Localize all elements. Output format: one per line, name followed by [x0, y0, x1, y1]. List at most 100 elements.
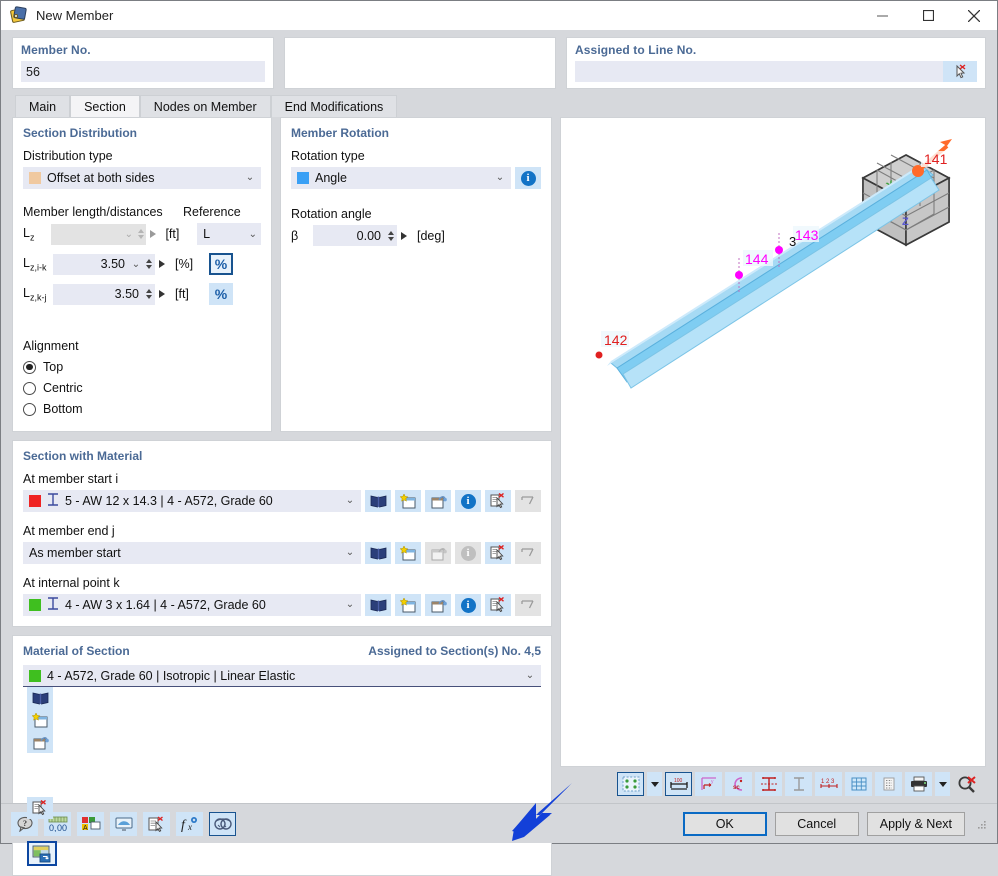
display-nodes-dropdown[interactable]	[647, 772, 662, 796]
left-column: Section Distribution Distribution type O…	[12, 117, 552, 803]
assigned-line-input[interactable]	[575, 61, 943, 82]
lz-ik-input[interactable]: 3.50	[53, 254, 129, 275]
display-properties-icon[interactable]: A	[77, 812, 104, 836]
numbering-icon[interactable]: 1 2 3	[815, 772, 842, 796]
library-icon[interactable]	[365, 594, 391, 616]
section-dimensions-icon[interactable]	[755, 772, 782, 796]
lz-ik-combo-chevron[interactable]: ⌄	[129, 254, 143, 275]
lz-ik-percent-button[interactable]: %	[209, 253, 233, 275]
rotation-type-combo[interactable]: Angle ⌄	[291, 167, 511, 189]
dimension-icon[interactable]: 100	[665, 772, 692, 796]
render-preview-icon[interactable]	[27, 841, 57, 866]
apply-next-button[interactable]: Apply & Next	[867, 812, 965, 836]
alignment-option-top[interactable]: Top	[23, 360, 261, 374]
window-controls	[859, 1, 997, 31]
distribution-type-value: Offset at both sides	[47, 171, 243, 185]
rotation-info-button[interactable]: i	[515, 167, 541, 189]
at-internal-point-label: At internal point k	[23, 576, 541, 590]
member-no-input[interactable]	[21, 61, 265, 82]
measure-icon[interactable]	[515, 594, 541, 616]
new-material-icon[interactable]	[27, 709, 53, 731]
minimize-button[interactable]	[859, 1, 905, 31]
close-button[interactable]	[951, 1, 997, 31]
lz-kj-unit: [ft]	[175, 287, 209, 301]
beta-play-button[interactable]	[397, 225, 411, 246]
new-section-icon[interactable]	[395, 542, 421, 564]
measure-icon[interactable]	[515, 542, 541, 564]
display-nodes-icon[interactable]	[617, 772, 644, 796]
maximize-button[interactable]	[905, 1, 951, 31]
pick-section-icon[interactable]	[485, 542, 511, 564]
length-row-lz-kj: Lz,k-j 3.50 [ft] %	[23, 283, 261, 305]
local-axes-icon[interactable]: y	[695, 772, 722, 796]
new-member-dialog: New Member Member No. Assigned to Line N…	[0, 0, 998, 844]
spacer	[27, 753, 53, 775]
section-info-button[interactable]: i	[455, 490, 481, 512]
ok-button[interactable]: OK	[683, 812, 767, 836]
beta-spinner[interactable]	[385, 225, 397, 246]
visual-object-icon[interactable]	[209, 812, 236, 836]
import-section-icon[interactable]	[425, 542, 451, 564]
section-outline-icon[interactable]	[785, 772, 812, 796]
section-info-button[interactable]: i	[455, 594, 481, 616]
library-icon[interactable]	[27, 687, 53, 709]
library-icon[interactable]	[365, 542, 391, 564]
section-start-combo[interactable]: 5 - AW 12 x 14.3 | 4 - A572, Grade 60 ⌄	[23, 490, 361, 512]
lz-kj-play-button[interactable]	[155, 284, 169, 305]
tab-main[interactable]: Main	[15, 95, 70, 117]
info-icon: i	[521, 171, 536, 186]
radio-top-icon	[23, 361, 36, 374]
tab-end-modifications[interactable]: End Modifications	[271, 95, 398, 117]
lz-kj-percent-button[interactable]: %	[209, 283, 233, 305]
pick-section-icon[interactable]	[485, 490, 511, 512]
new-section-icon[interactable]	[395, 594, 421, 616]
member-rotation-title: Member Rotation	[291, 126, 541, 140]
beta-input[interactable]: 0.00	[313, 225, 385, 246]
table-icon[interactable]	[875, 772, 902, 796]
lz-kj-spinner[interactable]	[143, 284, 155, 305]
section-with-material-panel: Section with Material At member start i …	[12, 440, 552, 627]
cancel-button[interactable]: Cancel	[775, 812, 859, 836]
comment-icon[interactable]	[143, 812, 170, 836]
lz-ik-play-button[interactable]	[155, 254, 169, 275]
import-material-icon[interactable]	[27, 731, 53, 753]
zoom-reset-icon[interactable]	[953, 772, 980, 796]
node-label-142: 142	[604, 332, 628, 348]
lz-combo-chevron[interactable]: ⌄	[122, 224, 135, 245]
rotation-angle-label: Rotation angle	[291, 207, 541, 221]
rotation-type-swatch	[297, 172, 309, 184]
tab-nodes-on-member[interactable]: Nodes on Member	[140, 95, 271, 117]
print-dropdown[interactable]	[935, 772, 950, 796]
section-internal-value: 4 - AW 3 x 1.64 | 4 - A572, Grade 60	[65, 598, 343, 612]
pick-section-icon[interactable]	[485, 594, 511, 616]
grid-icon[interactable]	[845, 772, 872, 796]
tab-section[interactable]: Section	[70, 95, 140, 117]
lz-input[interactable]	[51, 224, 122, 245]
shear-center-icon[interactable]: sc	[725, 772, 752, 796]
print-icon[interactable]	[905, 772, 932, 796]
rotation-type-value: Angle	[315, 171, 493, 185]
alignment-option-centric[interactable]: Centric	[23, 381, 261, 395]
model-viewport[interactable]: Y X Z	[560, 117, 986, 767]
section-internal-combo[interactable]: 4 - AW 3 x 1.64 | 4 - A572, Grade 60 ⌄	[23, 594, 361, 616]
alignment-option-bottom[interactable]: Bottom	[23, 402, 261, 416]
library-icon[interactable]	[365, 490, 391, 512]
resize-grip[interactable]	[977, 819, 987, 829]
material-combo[interactable]: 4 - A572, Grade 60 | Isotropic | Linear …	[23, 665, 541, 687]
new-section-icon[interactable]	[395, 490, 421, 512]
import-section-icon[interactable]	[425, 490, 451, 512]
lz-kj-input[interactable]: 3.50	[53, 284, 143, 305]
view-mode-icon[interactable]	[110, 812, 137, 836]
lz-reference-select[interactable]: L ⌄	[197, 223, 261, 245]
formula-icon[interactable]: fx	[176, 812, 203, 836]
select-pick-icon[interactable]	[943, 61, 977, 82]
at-member-end-label: At member end j	[23, 524, 541, 538]
distribution-type-combo[interactable]: Offset at both sides ⌄	[23, 167, 261, 189]
measure-icon[interactable]	[515, 490, 541, 512]
lz-spinner[interactable]	[135, 224, 146, 245]
lz-play-button[interactable]	[146, 224, 159, 245]
section-end-combo[interactable]: As member start ⌄	[23, 542, 361, 564]
lz-ik-spinner[interactable]	[143, 254, 155, 275]
pick-material-icon[interactable]	[27, 797, 53, 819]
import-section-icon[interactable]	[425, 594, 451, 616]
